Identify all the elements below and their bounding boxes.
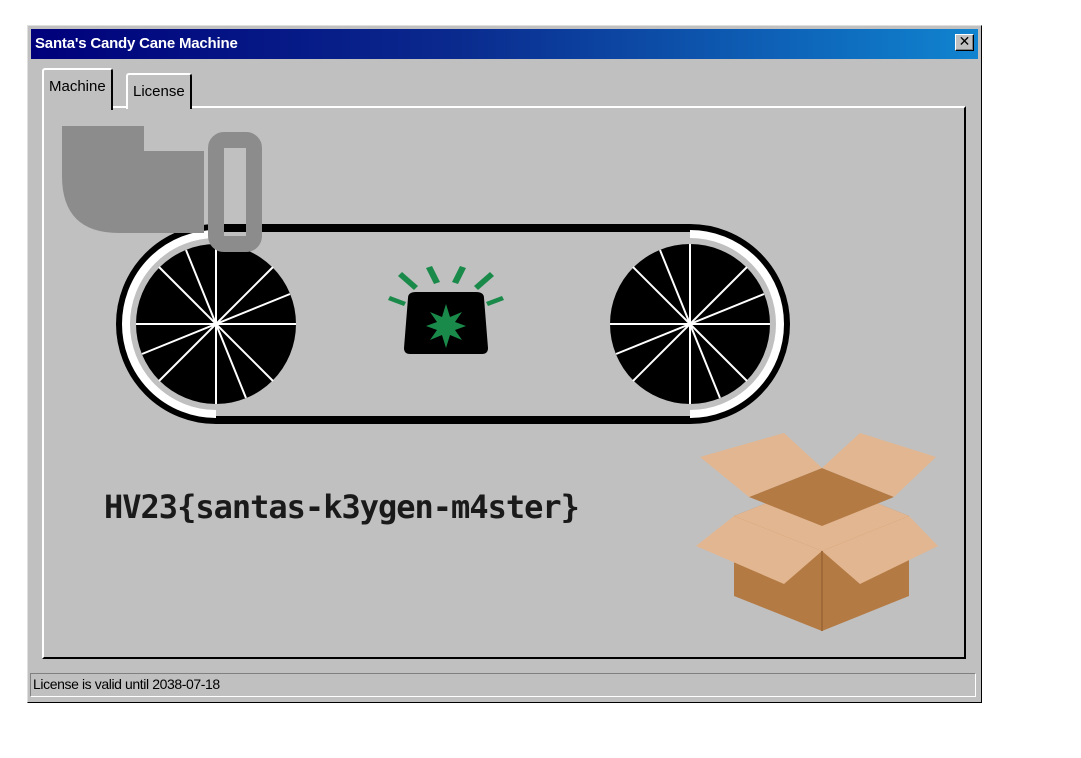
- tab-license-label: License: [133, 83, 185, 100]
- close-icon: ✕: [958, 34, 971, 50]
- title-bar[interactable]: Santa's Candy Cane Machine ✕: [31, 29, 978, 59]
- status-bar: License is valid until 2038-07-18: [30, 673, 976, 697]
- flag-text: HV23{santas-k3ygen-m4ster}: [104, 488, 580, 526]
- window-title: Santa's Candy Cane Machine: [35, 35, 238, 52]
- left-wheel-icon: [136, 244, 296, 404]
- machine-scene: [62, 126, 938, 631]
- app-window: Santa's Candy Cane Machine ✕ Machine Lic…: [27, 25, 982, 703]
- tab-machine[interactable]: Machine: [42, 68, 113, 110]
- status-text: License is valid until 2038-07-18: [33, 676, 220, 692]
- right-wheel-icon: [610, 244, 770, 404]
- close-button[interactable]: ✕: [955, 34, 974, 51]
- box-icon: [696, 433, 938, 631]
- tab-license[interactable]: License: [126, 73, 192, 109]
- machine-panel: HV23{santas-k3ygen-m4ster}: [42, 106, 966, 659]
- tab-machine-label: Machine: [49, 78, 106, 95]
